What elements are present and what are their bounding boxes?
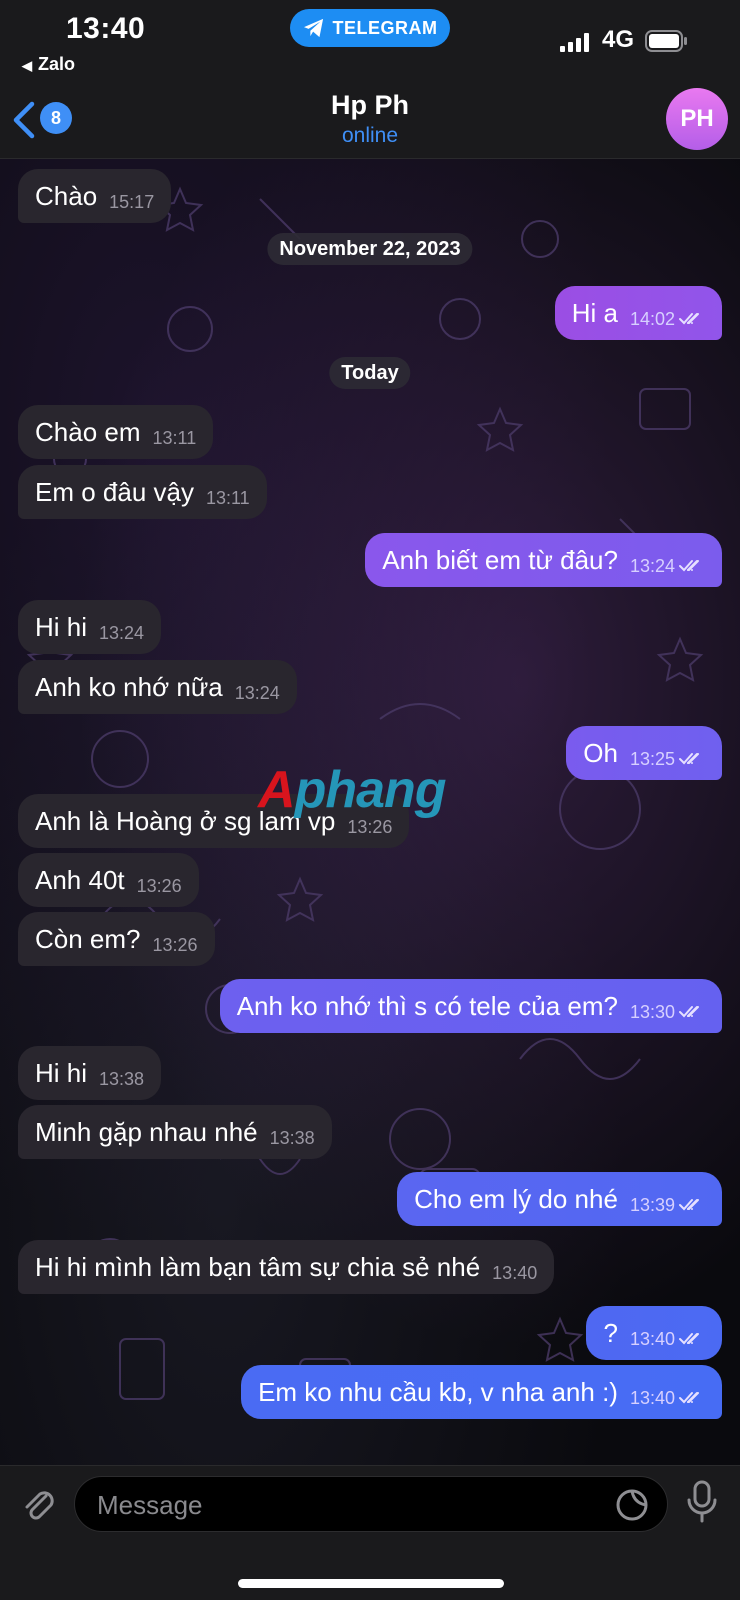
message-time: 13:11: [152, 427, 197, 448]
double-check-icon: [679, 1392, 699, 1404]
message-time: 13:38: [269, 1127, 315, 1148]
message-time: 15:17: [109, 191, 155, 212]
message-time: 13:26: [136, 875, 182, 896]
telegram-pill-label: TELEGRAM: [332, 17, 438, 38]
message-text: ?: [603, 1317, 618, 1348]
outgoing-message-bubble[interactable]: Anh biết em từ đâu? 13:24: [365, 533, 722, 587]
double-check-icon: [679, 313, 699, 325]
message-text: Hi hi: [35, 1057, 88, 1088]
message-input-bar: [0, 1465, 740, 1600]
message-input[interactable]: [95, 1477, 579, 1533]
date-separator: November 22, 2023: [267, 233, 473, 265]
message-time: 13:26: [152, 934, 198, 955]
back-app-label: Zalo: [38, 54, 76, 74]
message-text: Anh ko nhớ thì s có tele của em?: [236, 990, 618, 1021]
outgoing-message-bubble[interactable]: Hi a 14:02: [554, 286, 722, 340]
battery-icon: [645, 30, 687, 52]
incoming-message-bubble[interactable]: Chào em 13:11: [18, 405, 214, 459]
double-check-icon: [679, 1006, 699, 1018]
message-time: 13:38: [99, 1068, 145, 1089]
back-triangle-icon: ◀: [22, 58, 32, 73]
message-time: 13:30: [629, 1001, 675, 1022]
message-text: Anh biết em từ đâu?: [382, 544, 618, 575]
outgoing-message-bubble[interactable]: Anh ko nhớ thì s có tele của em? 13:30: [219, 979, 722, 1033]
message-text: Em ko nhu cầu kb, v nha anh :): [258, 1376, 618, 1407]
double-check-icon: [679, 560, 699, 572]
network-type: 4G: [602, 26, 635, 53]
home-indicator[interactable]: [238, 1579, 504, 1588]
incoming-message-bubble[interactable]: Còn em? 13:26: [18, 912, 215, 966]
message-time: 13:24: [234, 682, 280, 703]
message-time: 13:11: [205, 487, 250, 508]
message-text: Còn em?: [35, 923, 141, 954]
avatar[interactable]: PH: [666, 88, 728, 150]
message-field[interactable]: [74, 1476, 668, 1533]
telegram-chat-screen: 13:40 ◀ Zalo TELEGRAM 4G 8 Hp Ph online P…: [0, 0, 740, 1600]
message-text: Minh gặp nhau nhé: [35, 1116, 258, 1147]
cellular-signal-icon: [560, 32, 590, 52]
chat-area[interactable]: Chào 15:17 November 22, 2023 Hi a 14:02 Today…: [0, 159, 740, 1465]
incoming-message-bubble[interactable]: Anh 40t 13:26: [18, 853, 199, 907]
message-text: Cho em lý do nhé: [414, 1183, 618, 1214]
outgoing-message-bubble[interactable]: Cho em lý do nhé 13:39: [397, 1172, 722, 1226]
message-text: Em o đâu vậy: [35, 476, 194, 507]
message-time: 13:39: [629, 1194, 675, 1215]
message-text: Anh ko nhớ nữa: [35, 671, 223, 702]
message-time: 13:40: [629, 1387, 675, 1408]
outgoing-message-bubble[interactable]: ? 13:40: [586, 1306, 722, 1360]
incoming-message-bubble[interactable]: Hi hi 13:24: [18, 600, 162, 654]
back-to-app-link[interactable]: ◀ Zalo: [22, 54, 75, 75]
contact-name[interactable]: Hp Ph: [0, 90, 740, 121]
status-time: 13:40: [66, 12, 146, 45]
message-text: Chào em: [35, 416, 141, 447]
telegram-plane-icon: [303, 18, 323, 38]
message-time: 14:02: [629, 308, 675, 329]
paperclip-icon[interactable]: [18, 1484, 58, 1524]
incoming-message-bubble[interactable]: Chào 15:17: [18, 169, 172, 223]
incoming-message-bubble[interactable]: Minh gặp nhau nhé 13:38: [18, 1105, 332, 1159]
incoming-message-bubble[interactable]: Anh ko nhớ nữa 13:24: [18, 660, 297, 714]
incoming-message-bubble[interactable]: Hi hi mình làm bạn tâm sự chia sẻ nhé 13:…: [18, 1240, 555, 1294]
outgoing-message-bubble[interactable]: Em ko nhu cầu kb, v nha anh :) 13:40: [241, 1365, 722, 1419]
message-text: Hi hi mình làm bạn tâm sự chia sẻ nhé: [35, 1251, 481, 1282]
contact-status: online: [341, 124, 399, 147]
message-text: Hi hi: [35, 611, 88, 642]
double-check-icon: [679, 753, 699, 765]
watermark-logo: Aphang: [258, 760, 447, 820]
message-time: 13:40: [492, 1262, 538, 1283]
message-text: Hi a: [571, 297, 618, 328]
message-time: 13:24: [629, 555, 675, 576]
status-bar: 13:40 ◀ Zalo TELEGRAM 4G: [0, 0, 740, 88]
message-text: Chào: [35, 180, 98, 211]
incoming-message-bubble[interactable]: Hi hi 13:38: [18, 1046, 162, 1100]
message-text: Anh 40t: [35, 864, 125, 895]
microphone-icon[interactable]: [686, 1480, 718, 1524]
message-time: 13:25: [629, 748, 675, 769]
outgoing-message-bubble[interactable]: Oh 13:25: [566, 726, 722, 780]
message-time: 13:24: [99, 622, 145, 643]
incoming-message-bubble[interactable]: Em o đâu vậy 13:11: [18, 465, 267, 519]
sticker-icon[interactable]: [615, 1488, 649, 1522]
telegram-call-pill[interactable]: TELEGRAM: [290, 9, 450, 47]
date-separator: Today: [329, 357, 411, 389]
double-check-icon: [679, 1333, 699, 1345]
watermark-first: A: [258, 761, 296, 819]
chat-header: 8 Hp Ph online PH: [0, 88, 740, 159]
message-time: 13:40: [629, 1328, 675, 1349]
watermark-rest: phang: [294, 761, 447, 819]
double-check-icon: [679, 1199, 699, 1211]
message-text: Oh: [583, 737, 618, 768]
